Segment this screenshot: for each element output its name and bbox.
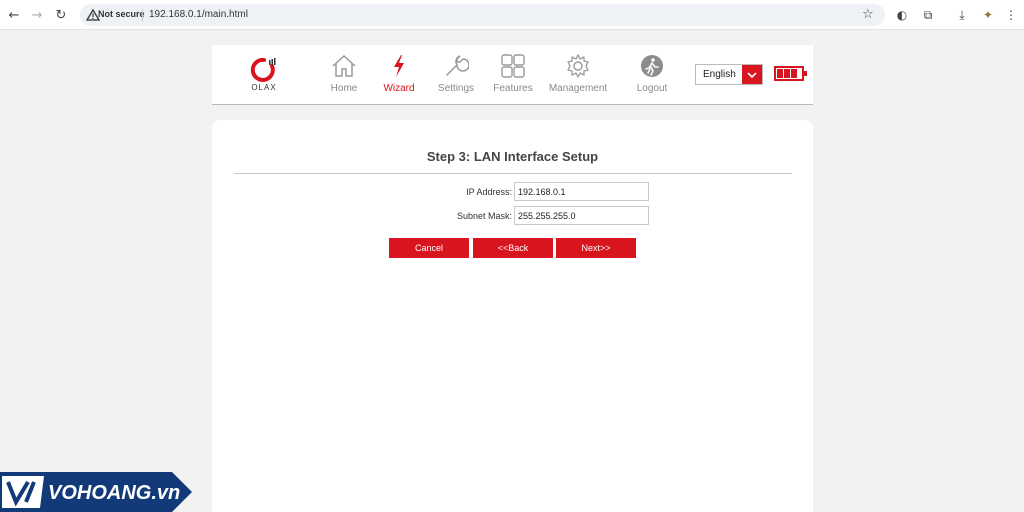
battery-icon [774, 66, 807, 81]
ip-address-label: IP Address: [466, 187, 512, 197]
security-label: Not secure [98, 9, 145, 19]
logo-text: OLAX [251, 83, 277, 92]
wizard-icon [394, 55, 404, 77]
browser-toolbar: ← → ↻ Not secure 192.168.0.1/main.html ☆… [0, 0, 1024, 30]
nav-features-label: Features [493, 83, 533, 94]
back-arrow-icon[interactable]: ← [5, 6, 23, 24]
watermark: VOHOANG.vn [0, 472, 192, 512]
url-text: 192.168.0.1/main.html [149, 9, 248, 20]
cancel-button[interactable]: Cancel [389, 238, 469, 258]
nav-home[interactable]: Home [330, 53, 358, 94]
next-button[interactable]: Next>> [556, 238, 636, 258]
nav-logout[interactable]: Logout [635, 53, 669, 94]
forward-arrow-icon[interactable]: → [28, 6, 46, 24]
home-icon [332, 54, 356, 77]
nav-home-label: Home [330, 83, 358, 94]
nav-management[interactable]: Management [548, 53, 608, 94]
address-bar[interactable]: Not secure 192.168.0.1/main.html ☆ [80, 4, 885, 26]
grid-icon [501, 54, 525, 78]
language-value: English [703, 69, 736, 80]
title-divider [234, 173, 792, 174]
nav-wizard[interactable]: Wizard [381, 53, 417, 94]
reload-icon[interactable]: ↻ [52, 6, 70, 24]
bookmark-star-icon[interactable]: ☆ [862, 7, 874, 22]
page-title: Step 3: LAN Interface Setup [426, 149, 599, 164]
nav-wizard-label: Wizard [383, 83, 415, 94]
wizard-panel: Step 3: LAN Interface Setup IP Address: … [212, 120, 813, 512]
nav-management-label: Management [548, 83, 608, 94]
ip-address-input[interactable] [514, 182, 649, 201]
nav-settings[interactable]: Settings [437, 53, 475, 94]
extensions-icon[interactable]: ⧉ [919, 6, 937, 24]
chevron-down-icon[interactable] [742, 65, 762, 84]
router-header: OLAX Home Wizard Settings Features Manag… [212, 45, 813, 105]
back-button[interactable]: <<Back [473, 238, 553, 258]
sync-icon[interactable]: ◐ [893, 6, 911, 24]
gear-icon [567, 54, 589, 78]
separator [142, 9, 143, 21]
nav-features[interactable]: Features [493, 53, 533, 94]
download-icon[interactable]: ⤓ [953, 6, 971, 24]
subnet-mask-label: Subnet Mask: [456, 211, 512, 221]
subnet-mask-input[interactable] [514, 206, 649, 225]
olax-logo-icon [250, 57, 276, 82]
nav-settings-label: Settings [437, 83, 475, 94]
olax-logo: OLAX [242, 53, 286, 97]
language-select[interactable]: English [695, 64, 763, 85]
menu-icon[interactable]: ⋮ [1002, 6, 1020, 24]
logout-icon [641, 55, 663, 77]
profile-icon[interactable]: ✦ [979, 6, 997, 24]
nav-logout-label: Logout [636, 83, 668, 94]
wrench-icon [446, 55, 469, 76]
watermark-text: VOHOANG.vn [48, 482, 181, 504]
